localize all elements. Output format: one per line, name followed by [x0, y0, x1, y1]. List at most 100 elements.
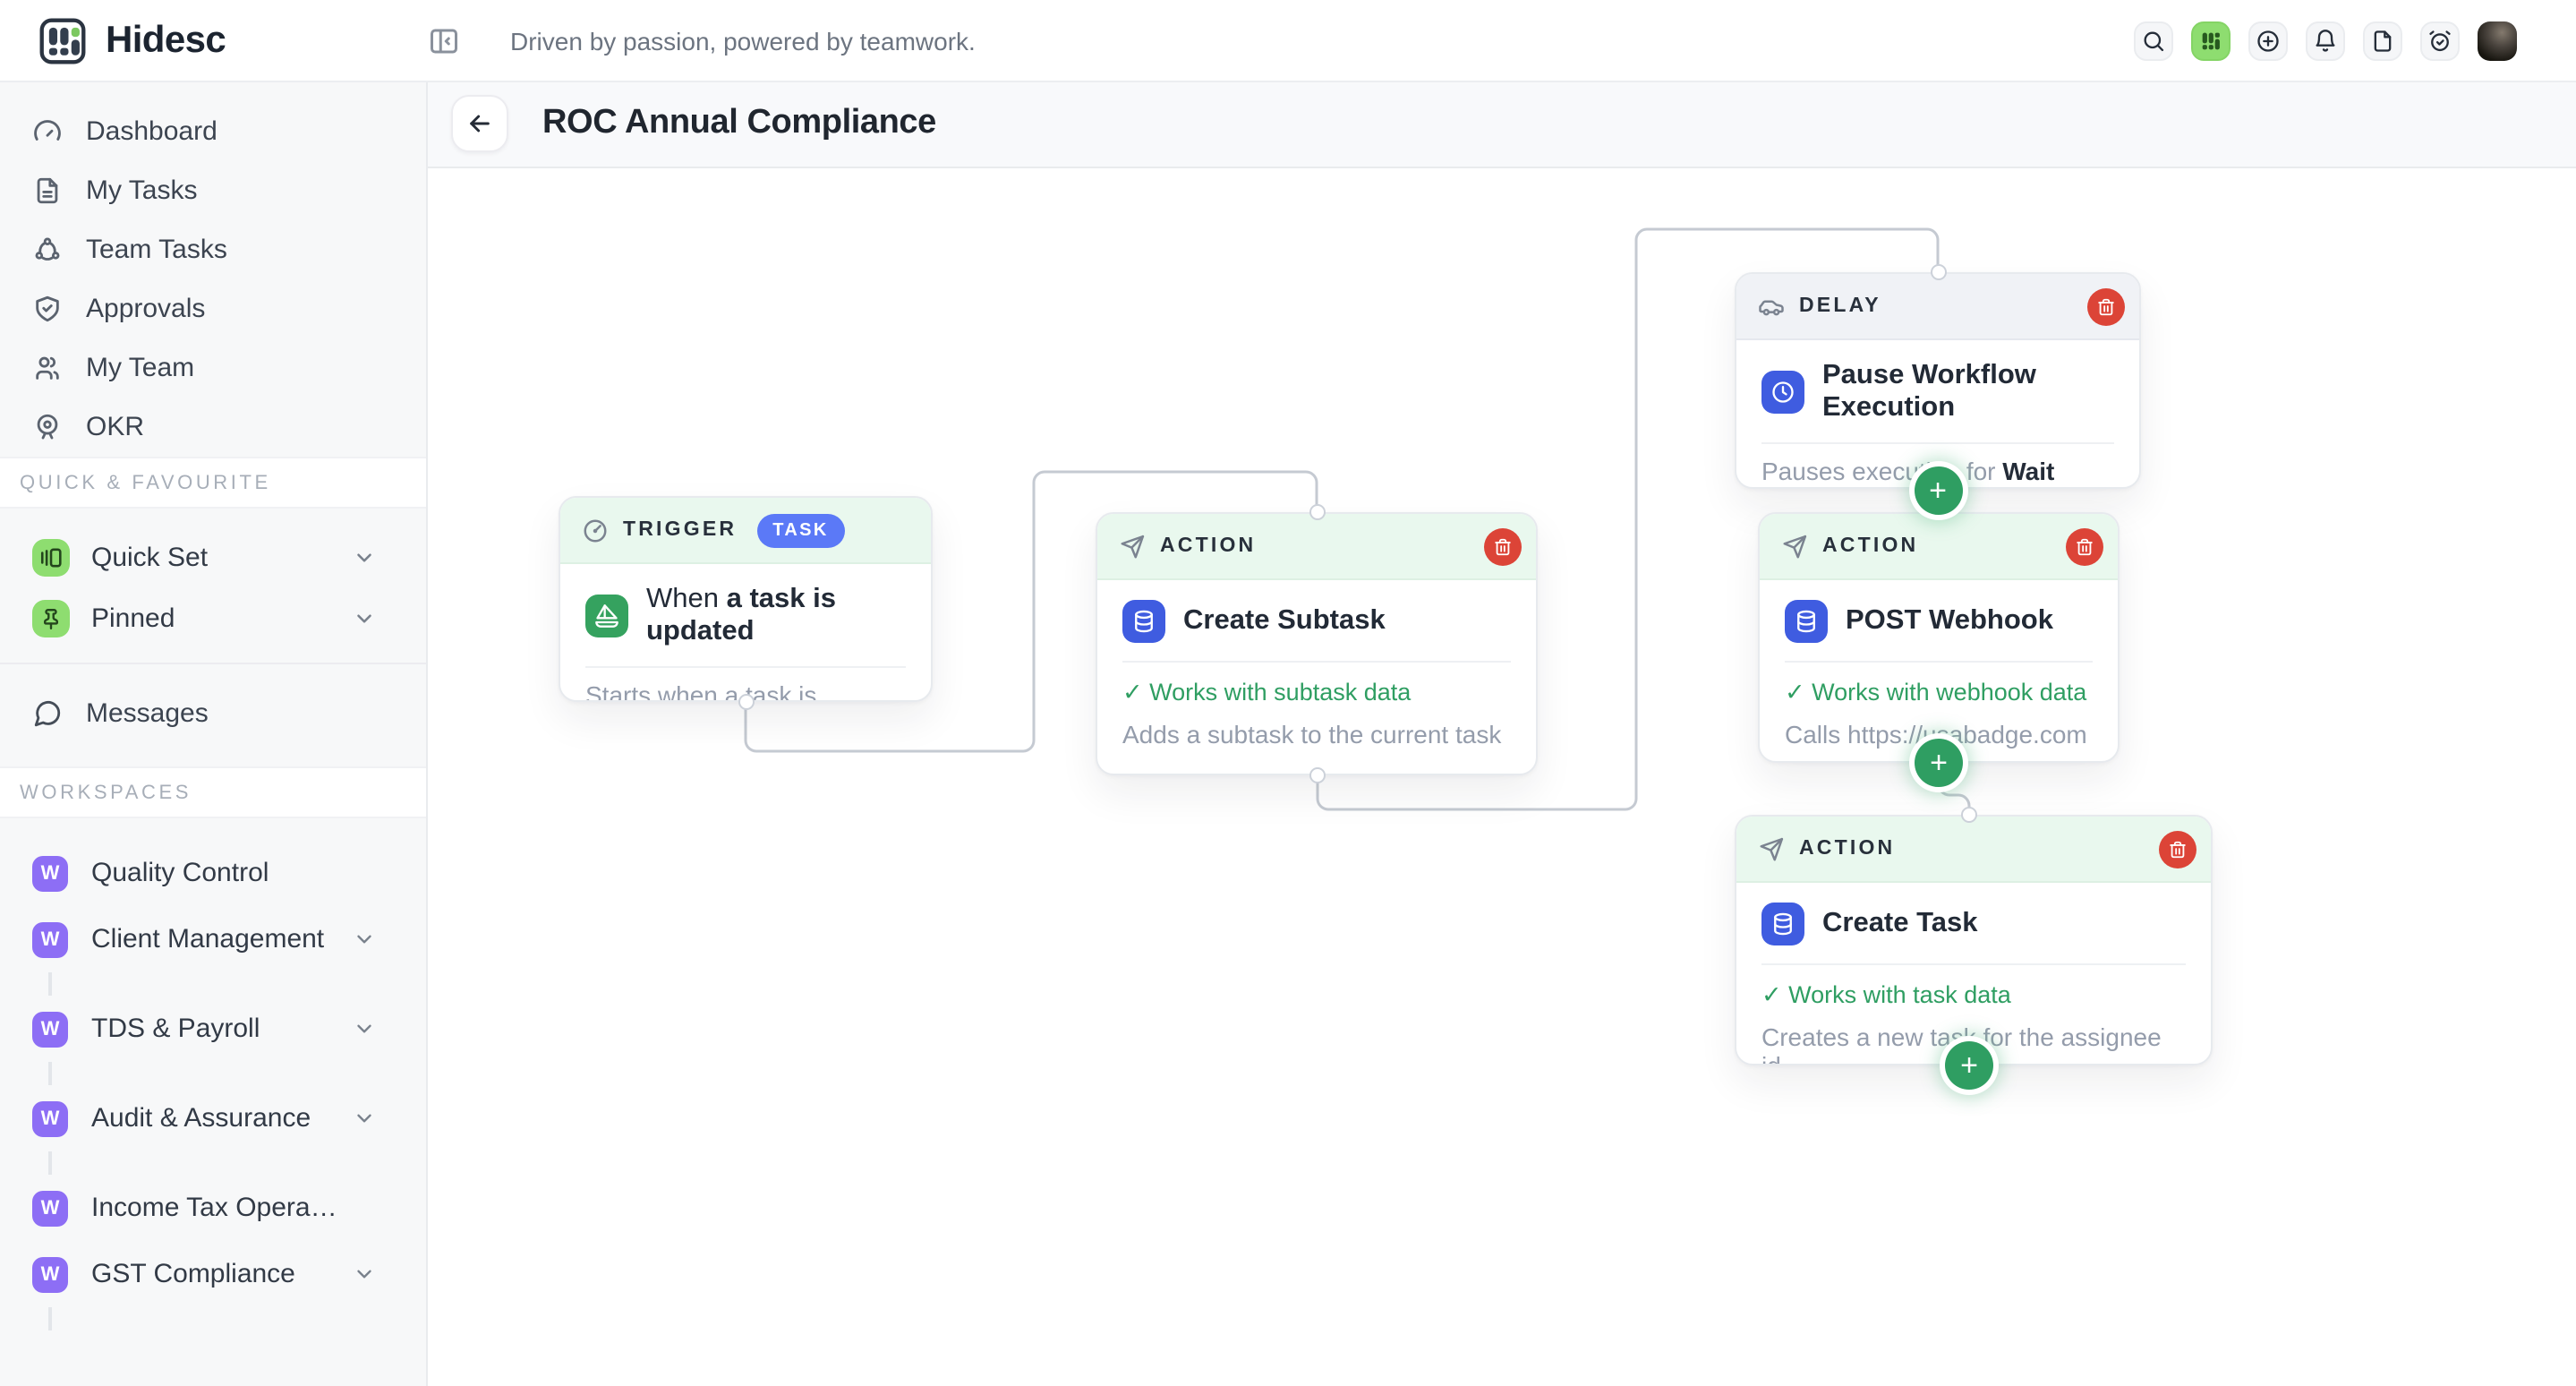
node-create-subtask[interactable]: ACTION Create Subtask	[1096, 512, 1538, 775]
chevron-down-icon[interactable]	[353, 1107, 376, 1130]
workspace-connector-stub	[48, 1151, 52, 1175]
database-icon	[1122, 600, 1165, 643]
workspace-item-audit-assurance[interactable]: W Audit & Assurance	[0, 1085, 426, 1151]
delete-node-button[interactable]	[2066, 527, 2103, 565]
node-type-label: ACTION	[1822, 535, 1918, 557]
add-step-button[interactable]: +	[1914, 466, 1962, 515]
node-action-header: ACTION	[1097, 514, 1536, 580]
sidebar-item-label: Dashboard	[86, 116, 218, 147]
connector-handle	[738, 694, 754, 710]
node-trigger-header: TRIGGER TASK	[560, 498, 931, 564]
add-button[interactable]	[2248, 21, 2288, 60]
sidebar-item-my-team[interactable]: My Team	[0, 338, 426, 398]
chevron-down-icon[interactable]	[353, 606, 376, 629]
add-step-button[interactable]: +	[1915, 739, 1963, 787]
file-text-icon	[32, 175, 63, 206]
delete-node-button[interactable]	[2159, 830, 2196, 868]
plus-circle-icon	[2256, 28, 2281, 53]
add-step-button[interactable]: +	[1945, 1041, 1993, 1090]
notifications-button[interactable]	[2306, 21, 2345, 60]
file-icon	[2370, 28, 2395, 53]
node-capability: ✓ Works with task data	[1761, 981, 2186, 1010]
database-icon	[1761, 903, 1804, 945]
node-type-label: ACTION	[1160, 535, 1256, 557]
chevron-down-icon[interactable]	[353, 928, 376, 951]
workflow-canvas[interactable]: TRIGGER TASK When a task is updated Star…	[428, 168, 2576, 1386]
sidebar-item-pinned[interactable]: Pinned	[0, 587, 426, 648]
sidebar-divider	[0, 663, 426, 664]
workspace-item-client-management[interactable]: W Client Management	[0, 906, 426, 972]
sidebar-collapse-button[interactable]	[428, 24, 460, 56]
workspaces-list: W Quality Control W Client Management W …	[0, 818, 426, 1330]
sidebar-item-label: OKR	[86, 412, 144, 442]
node-body: Create Task ✓ Works with task data Creat…	[1736, 883, 2211, 1065]
workspace-item-income-tax[interactable]: W Income Tax Opera…	[0, 1175, 426, 1241]
node-type-label: ACTION	[1799, 838, 1895, 860]
node-title: Pause Workflow Execution	[1822, 360, 2114, 424]
app-name: Hidesc	[106, 19, 226, 62]
send-icon	[1781, 533, 1808, 560]
check-icon: ✓	[1785, 679, 1805, 706]
connector-handle	[1309, 767, 1326, 783]
check-icon: ✓	[1122, 679, 1143, 706]
workspace-label: TDS & Payroll	[91, 1014, 260, 1044]
topbar: Hidesc Driven by passion, powered by tea…	[0, 0, 2576, 82]
node-type-label: DELAY	[1799, 295, 1881, 317]
delete-node-button[interactable]	[1484, 527, 1522, 565]
node-delay-header: DELAY	[1736, 274, 2139, 340]
workspace-avatar: W	[32, 855, 68, 891]
back-button[interactable]	[451, 95, 508, 152]
chevron-down-icon[interactable]	[353, 545, 376, 569]
search-button[interactable]	[2134, 21, 2173, 60]
pin-icon	[32, 599, 70, 637]
chevron-down-icon[interactable]	[353, 1262, 376, 1286]
workspace-label: Client Management	[91, 924, 324, 954]
send-icon	[1758, 835, 1785, 862]
trigger-task-badge: TASK	[756, 513, 845, 547]
users-icon	[32, 353, 63, 383]
trash-icon	[1493, 536, 1513, 556]
node-action-header: ACTION	[1760, 514, 2118, 580]
sidebar-item-my-tasks[interactable]: My Tasks	[0, 161, 426, 220]
quick-item-label: Pinned	[91, 603, 175, 633]
sidebar-item-team-tasks[interactable]: Team Tasks	[0, 220, 426, 279]
app-window: Hidesc Driven by passion, powered by tea…	[0, 0, 2576, 1386]
workspace-connector-stub	[48, 972, 52, 996]
sidebar-nav: Dashboard My Tasks Team Tasks	[0, 81, 426, 457]
messages-label: Messages	[86, 697, 209, 728]
gauge-icon	[32, 116, 63, 147]
page-title: ROC Annual Compliance	[542, 104, 936, 143]
sidebar-item-approvals[interactable]: Approvals	[0, 279, 426, 338]
sidebar-item-label: Team Tasks	[86, 235, 227, 265]
target-icon	[32, 412, 63, 442]
node-trigger[interactable]: TRIGGER TASK When a task is updated Star…	[559, 496, 933, 702]
reminders-button[interactable]	[2420, 21, 2460, 60]
workspace-label: Income Tax Opera…	[91, 1193, 337, 1223]
car-icon	[1758, 293, 1785, 320]
user-avatar[interactable]	[2478, 21, 2517, 60]
documents-button[interactable]	[2363, 21, 2402, 60]
chevron-down-icon[interactable]	[353, 1017, 376, 1040]
workspace-label: Audit & Assurance	[91, 1103, 311, 1134]
node-create-task[interactable]: ACTION Create Task	[1735, 815, 2213, 1065]
workspace-item-tds-payroll[interactable]: W TDS & Payroll	[0, 996, 426, 1062]
sidebar-item-dashboard[interactable]: Dashboard	[0, 102, 426, 161]
workflow-connectors	[428, 168, 2576, 1386]
node-body: POST Webhook ✓ Works with webhook data C…	[1760, 580, 2118, 749]
connector-handle	[1930, 264, 1946, 280]
delete-node-button[interactable]	[2087, 287, 2125, 325]
node-type-label: TRIGGER	[623, 519, 737, 541]
node-post-webhook[interactable]: ACTION POST Webhook	[1758, 512, 2120, 763]
node-delay[interactable]: DELAY Pause Workflow Ex	[1735, 272, 2141, 489]
workspace-item-gst-compliance[interactable]: W GST Compliance	[0, 1241, 426, 1307]
trash-icon	[2075, 536, 2094, 556]
apps-grid-button[interactable]	[2191, 21, 2231, 60]
workspace-item-quality-control[interactable]: W Quality Control	[0, 840, 426, 906]
workspace-label: Quality Control	[91, 858, 269, 888]
database-icon	[1785, 600, 1828, 643]
panel-left-close-icon	[428, 24, 460, 56]
sidebar-item-messages[interactable]: Messages	[0, 682, 426, 743]
node-title: When a task is updated	[646, 584, 906, 648]
sidebar-item-quick-set[interactable]: Quick Set	[0, 526, 426, 587]
sidebar-item-okr[interactable]: OKR	[0, 398, 426, 457]
